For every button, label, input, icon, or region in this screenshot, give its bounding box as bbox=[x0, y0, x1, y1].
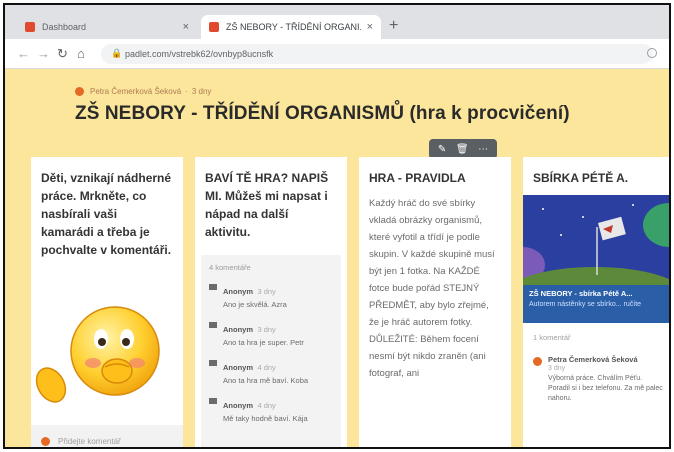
anonymous-icon bbox=[209, 360, 217, 366]
more-icon[interactable]: ⋯ bbox=[478, 144, 488, 155]
comment-author: Anonym bbox=[223, 325, 253, 334]
post-title: BAVÍ TĚ HRA? NAPIŠ MI. Můžeš mi napsat i… bbox=[205, 171, 329, 239]
new-tab-button[interactable]: + bbox=[389, 17, 398, 35]
user-avatar bbox=[41, 436, 50, 446]
comment-time: 4 dny bbox=[257, 401, 276, 410]
padlet-board: Petra Čemerková Šeková · 3 dny ZŠ NEBORY… bbox=[5, 69, 669, 447]
trash-icon[interactable]: 🗑 bbox=[456, 144, 469, 155]
lock-icon[interactable]: 🔒 bbox=[111, 48, 122, 59]
comment-time: 3 dny bbox=[257, 287, 276, 296]
anonymous-icon bbox=[209, 398, 217, 404]
post-body: Každý hráč do své sbírky vkladá obrázky … bbox=[369, 198, 495, 379]
add-comment-field[interactable]: Přidejte komentář bbox=[31, 425, 183, 447]
edit-icon[interactable]: ✎ bbox=[438, 144, 446, 155]
comment: Anonym 3 dny Ano ta hra je super. Petr bbox=[201, 316, 341, 354]
comment-time: 3 dny bbox=[257, 325, 276, 334]
comment-text: Výborná práce. Chválím Péťu. Poradil si … bbox=[548, 375, 663, 402]
add-comment-placeholder: Přidejte komentář bbox=[58, 436, 121, 446]
comment: Anonym 4 dny Mě taky hodně baví. Kája bbox=[201, 392, 341, 430]
tab-dashboard[interactable]: Dashboard × bbox=[17, 15, 197, 39]
shy-smiley-emoji-icon bbox=[35, 306, 160, 403]
comment-text: Mě taky hodně baví. Kája bbox=[223, 414, 308, 423]
comment-time: 4 dny bbox=[257, 363, 276, 372]
padlet-favicon-icon bbox=[209, 22, 219, 32]
post-title: SBÍRKA PÉTĚ A. bbox=[533, 171, 629, 185]
board-author: Petra Čemerková Šeková · 3 dny bbox=[75, 87, 211, 96]
post-card-rules[interactable]: HRA - PRAVIDLA Každý hráč do své sbírky … bbox=[359, 157, 511, 447]
author-avatar bbox=[533, 357, 542, 366]
comment-count: 4 komentáře bbox=[209, 263, 251, 272]
comment-count: 1 komentář bbox=[533, 333, 571, 342]
close-tab-icon[interactable]: × bbox=[367, 21, 373, 33]
author-name: Petra Čemerková Šeková bbox=[90, 87, 182, 96]
tab-bar: Dashboard × ZŠ NEBORY - TŘÍDĚNÍ ORGANI..… bbox=[5, 5, 669, 39]
separator: · bbox=[185, 87, 188, 96]
comment: Anonym 3 dny Ano je skvělá. Azra bbox=[201, 278, 341, 316]
comment-text: Ano je skvělá. Azra bbox=[223, 300, 287, 309]
browser-window: Dashboard × ZŠ NEBORY - TŘÍDĚNÍ ORGANI..… bbox=[3, 3, 671, 449]
link-subtitle: Autorem nástěnky se sbírko... ručíte bbox=[529, 301, 642, 308]
home-icon[interactable]: ⌂ bbox=[77, 46, 85, 61]
author-time: 3 dny bbox=[191, 87, 212, 96]
page-title: ZŠ NEBORY - TŘÍDĚNÍ ORGANISMŮ (hra k pro… bbox=[75, 103, 570, 124]
author-avatar bbox=[75, 87, 84, 96]
close-tab-icon[interactable]: × bbox=[183, 21, 189, 33]
address-bar[interactable]: padlet.com/vstrebk62/ovnbyp8ucnsfk bbox=[101, 44, 653, 64]
post-card-feedback[interactable]: BAVÍ TĚ HRA? NAPIŠ MI. Můžeš mi napsat i… bbox=[195, 157, 347, 447]
post-title: Děti, vznikají nádherné práce. Mrkněte, … bbox=[41, 171, 172, 257]
comment-time: 3 dny bbox=[548, 365, 566, 372]
link-preview-image[interactable] bbox=[523, 195, 669, 285]
tab-title: ZŠ NEBORY - TŘÍDĚNÍ ORGANI... bbox=[226, 22, 361, 32]
forward-arrow-icon[interactable]: → bbox=[37, 46, 50, 61]
anonymous-icon bbox=[209, 284, 217, 290]
post-card-collection[interactable]: SBÍRKA PÉTĚ A. ZŠ NEBORY - sbírka Pétě A… bbox=[523, 157, 669, 447]
comment: Petra Čemerková Šeková 3 dny Výborná prá… bbox=[533, 355, 663, 404]
tab-title: Dashboard bbox=[42, 22, 87, 32]
post-card-intro[interactable]: Děti, vznikají nádherné práce. Mrkněte, … bbox=[31, 157, 183, 447]
padlet-favicon-icon bbox=[25, 22, 35, 32]
link-title: ZŠ NEBORY - sbírka Pétě A... bbox=[529, 289, 633, 298]
comment-text: Ano ta hra mě baví. Koba bbox=[223, 376, 309, 385]
extension-icon[interactable] bbox=[647, 48, 657, 58]
post-title: HRA - PRAVIDLA bbox=[369, 171, 466, 185]
browser-toolbar: ← → ↻ ⌂ padlet.com/vstrebk62/ovnbyp8ucns… bbox=[5, 39, 669, 69]
comment: Anonym 4 dny Ano ta hra mě baví. Koba bbox=[201, 354, 341, 392]
comment-author: Petra Čemerková Šeková bbox=[548, 355, 638, 364]
anonymous-icon bbox=[209, 322, 217, 328]
reload-icon[interactable]: ↻ bbox=[57, 46, 68, 62]
comment-text: Ano ta hra je super. Petr bbox=[223, 338, 304, 347]
link-preview-caption[interactable]: ZŠ NEBORY - sbírka Pétě A... Autorem nás… bbox=[523, 285, 669, 323]
comment-author: Anonym bbox=[223, 363, 253, 372]
post-tools: ✎ 🗑 ⋯ bbox=[429, 139, 497, 159]
tab-padlet[interactable]: ZŠ NEBORY - TŘÍDĚNÍ ORGANI... × bbox=[201, 15, 381, 39]
comment-author: Anonym bbox=[223, 287, 253, 296]
back-arrow-icon[interactable]: ← bbox=[17, 46, 30, 61]
comments-panel: 4 komentáře Anonym 3 dny Ano je skvělá. … bbox=[201, 255, 341, 447]
comment-author: Anonym bbox=[223, 401, 253, 410]
